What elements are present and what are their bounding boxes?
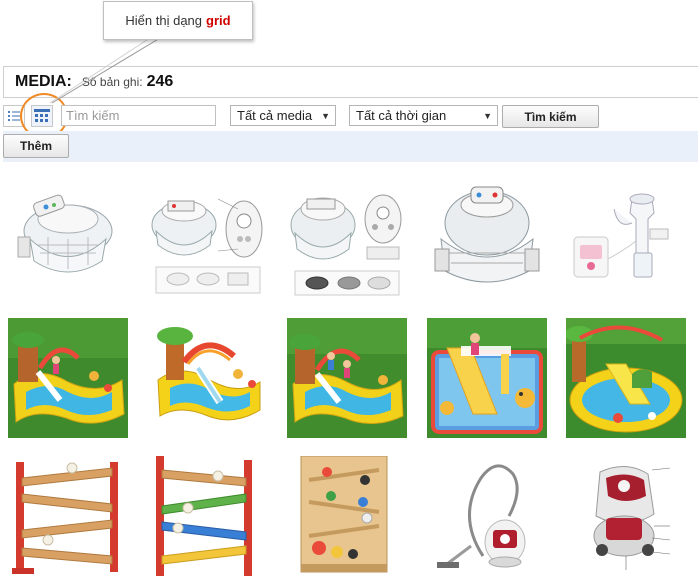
vacuum-cleaner-diagram-image bbox=[566, 456, 686, 576]
halogen-oven-image bbox=[427, 179, 547, 299]
media-thumbnail[interactable] bbox=[8, 456, 128, 576]
media-thumbnail[interactable] bbox=[427, 456, 547, 576]
list-view-icon bbox=[8, 111, 20, 121]
callout-highlight: grid bbox=[206, 13, 231, 28]
halogen-oven-diagram-image bbox=[148, 179, 268, 299]
media-thumbnail[interactable] bbox=[427, 318, 547, 438]
callout-text: Hiển thị dạng bbox=[125, 13, 203, 28]
media-thumbnail[interactable] bbox=[148, 318, 268, 438]
media-thumbnail[interactable] bbox=[566, 318, 686, 438]
media-type-value: Tất cả media bbox=[237, 108, 313, 123]
media-thumbnail[interactable] bbox=[287, 456, 407, 576]
media-header: MEDIA: Số bản ghi: 246 bbox=[3, 66, 698, 98]
wooden-ball-ramp-image bbox=[8, 456, 128, 576]
list-view-button[interactable] bbox=[3, 105, 25, 127]
media-thumbnail[interactable] bbox=[566, 179, 686, 299]
grid-view-callout: Hiển thị dạng grid bbox=[103, 1, 253, 40]
wooden-ball-ramp-image bbox=[148, 456, 268, 576]
inflatable-pool-image bbox=[287, 318, 407, 438]
pool-slide-image bbox=[566, 318, 686, 438]
media-thumbnail[interactable] bbox=[427, 179, 547, 299]
halogen-oven-image bbox=[8, 179, 128, 299]
media-thumbnail[interactable] bbox=[287, 179, 407, 299]
media-thumbnail[interactable] bbox=[287, 318, 407, 438]
time-filter-value: Tất cả thời gian bbox=[356, 108, 447, 123]
inflatable-pool-image bbox=[148, 318, 268, 438]
record-count-label: Số bản ghi: bbox=[81, 75, 143, 89]
grid-view-icon bbox=[34, 109, 50, 122]
record-count: 246 bbox=[146, 73, 174, 90]
breast-pump-image bbox=[566, 179, 686, 299]
media-thumbnail[interactable] bbox=[148, 456, 268, 576]
action-bar bbox=[3, 131, 698, 162]
vacuum-cleaner-image bbox=[427, 456, 547, 576]
media-thumbnail[interactable] bbox=[8, 318, 128, 438]
time-filter-select[interactable]: Tất cả thời gian ▼ bbox=[349, 105, 498, 126]
search-button[interactable]: Tìm kiếm bbox=[502, 105, 599, 128]
grid-view-button[interactable] bbox=[31, 105, 53, 127]
media-type-select[interactable]: Tất cả media ▼ bbox=[230, 105, 336, 126]
inflatable-pool-image bbox=[8, 318, 128, 438]
pool-slide-image bbox=[427, 318, 547, 438]
add-button[interactable]: Thêm bbox=[3, 134, 69, 158]
search-input[interactable] bbox=[61, 105, 216, 126]
page-title: MEDIA: bbox=[15, 73, 72, 90]
media-thumbnail[interactable] bbox=[148, 179, 268, 299]
chevron-down-icon: ▼ bbox=[483, 111, 492, 121]
chevron-down-icon: ▼ bbox=[321, 111, 330, 121]
media-thumbnail[interactable] bbox=[8, 179, 128, 299]
halogen-oven-diagram-image bbox=[287, 179, 407, 299]
wooden-marble-board-image bbox=[287, 456, 407, 576]
media-thumbnail[interactable] bbox=[566, 456, 686, 576]
